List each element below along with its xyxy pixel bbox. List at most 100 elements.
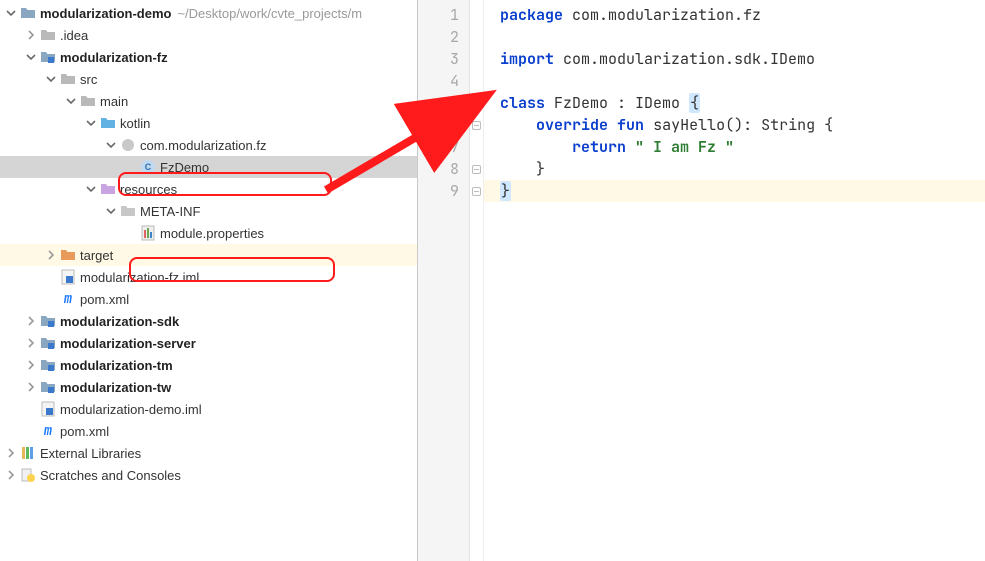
tree-item-module-properties[interactable]: module.properties (0, 222, 417, 244)
gutter-line[interactable]: 4 (418, 70, 459, 92)
tree-label: resources (120, 182, 177, 197)
chevron-down-icon[interactable] (44, 72, 58, 86)
tree-root[interactable]: modularization-demo ~/Desktop/work/cvte_… (0, 2, 417, 24)
chevron-down-icon[interactable] (104, 138, 118, 152)
tree-item-fz-pom[interactable]: m pom.xml (0, 288, 417, 310)
chevron-right-icon[interactable] (24, 380, 38, 394)
tree-label: modularization-tw (60, 380, 171, 395)
tree-item-resources[interactable]: resources (0, 178, 417, 200)
tree-label: module.properties (160, 226, 264, 241)
gutter-line[interactable]: 6 (418, 114, 459, 136)
code-line[interactable]: import com.modularization.sdk.IDemo (500, 48, 985, 70)
code-area[interactable]: package com.modularization.fz import com… (484, 0, 985, 561)
resources-folder-icon (100, 181, 116, 197)
code-line[interactable]: override fun sayHello(): String { (500, 114, 985, 136)
fold-marker-icon[interactable] (472, 99, 481, 108)
tree-item-root-pom[interactable]: m pom.xml (0, 420, 417, 442)
folder-icon (20, 5, 36, 21)
gutter-line[interactable]: 8 (418, 158, 459, 180)
tree-item-root-iml[interactable]: modularization-demo.iml (0, 398, 417, 420)
gutter-line[interactable]: 2 (418, 26, 459, 48)
tree-item-target[interactable]: target (0, 244, 417, 266)
string-literal: " I am Fz " (635, 137, 734, 157)
keyword: import (500, 49, 554, 69)
code-text (608, 115, 617, 135)
code-line[interactable]: class FzDemo : IDemo { (500, 92, 985, 114)
chevron-right-icon[interactable] (24, 314, 38, 328)
code-line[interactable]: } (500, 180, 985, 202)
module-folder-icon (40, 49, 56, 65)
folder-icon (60, 71, 76, 87)
project-tree[interactable]: modularization-demo ~/Desktop/work/cvte_… (0, 0, 418, 561)
tree-item-fz-iml[interactable]: modularization-fz.iml (0, 266, 417, 288)
tree-label: .idea (60, 28, 88, 43)
tree-item-kotlin[interactable]: kotlin (0, 112, 417, 134)
tree-item-scratches[interactable]: Scratches and Consoles (0, 464, 417, 486)
brace-highlight: { (689, 93, 700, 113)
code-text: FzDemo : IDemo (545, 93, 689, 113)
tree-item-module-fz[interactable]: modularization-fz (0, 46, 417, 68)
maven-pom-icon: m (40, 423, 56, 439)
gutter-line[interactable]: 9 (418, 180, 459, 202)
libraries-icon (20, 445, 36, 461)
chevron-right-icon[interactable] (24, 336, 38, 350)
chevron-down-icon[interactable] (84, 182, 98, 196)
module-folder-icon (40, 313, 56, 329)
code-text: com.modularization.sdk.IDemo (554, 49, 815, 69)
gutter-line[interactable]: 7 (418, 136, 459, 158)
code-line[interactable] (500, 26, 985, 48)
tree-item-module-tm[interactable]: modularization-tm (0, 354, 417, 376)
gutter[interactable]: 1 2 3 4 5 6 7 8 9 (418, 0, 470, 561)
svg-text:C: C (145, 162, 152, 172)
gutter-line[interactable]: 5 (418, 92, 459, 114)
gutter-line[interactable]: 1 (418, 4, 459, 26)
chevron-right-icon[interactable] (44, 248, 58, 262)
tree-item-idea[interactable]: .idea (0, 24, 417, 46)
keyword: fun (617, 115, 644, 135)
tree-label: pom.xml (60, 424, 109, 439)
keyword: class (500, 93, 545, 113)
fold-marker-icon[interactable] (472, 121, 481, 130)
fold-column[interactable] (470, 0, 484, 561)
code-text (500, 115, 536, 135)
chevron-right-icon[interactable] (4, 468, 18, 482)
chevron-down-icon[interactable] (84, 116, 98, 130)
tree-label: META-INF (140, 204, 200, 219)
chevron-right-icon[interactable] (24, 358, 38, 372)
tree-item-main[interactable]: main (0, 90, 417, 112)
keyword: return (572, 137, 626, 157)
code-line[interactable]: package com.modularization.fz (500, 4, 985, 26)
tree-item-module-tw[interactable]: modularization-tw (0, 376, 417, 398)
tree-root-label: modularization-demo (40, 6, 171, 21)
tree-label: src (80, 72, 97, 87)
fold-marker-icon[interactable] (472, 165, 481, 174)
code-line[interactable] (500, 70, 985, 92)
excluded-folder-icon (60, 247, 76, 263)
tree-item-fzdemo[interactable]: C FzDemo (0, 156, 417, 178)
chevron-right-icon[interactable] (4, 446, 18, 460)
tree-label: FzDemo (160, 160, 209, 175)
tree-label: com.modularization.fz (140, 138, 266, 153)
chevron-down-icon[interactable] (64, 94, 78, 108)
chevron-down-icon[interactable] (4, 6, 18, 20)
iml-file-icon (60, 269, 76, 285)
src-folder-icon (100, 115, 116, 131)
chevron-down-icon[interactable] (24, 50, 38, 64)
properties-file-icon (140, 225, 156, 241)
tree-item-module-sdk[interactable]: modularization-sdk (0, 310, 417, 332)
tree-item-src[interactable]: src (0, 68, 417, 90)
tree-item-external-libraries[interactable]: External Libraries (0, 442, 417, 464)
code-editor[interactable]: 1 2 3 4 5 6 7 8 9 package com.modulariza… (418, 0, 985, 561)
code-line[interactable]: } (500, 158, 985, 180)
code-line[interactable]: return " I am Fz " (500, 136, 985, 158)
chevron-down-icon[interactable] (104, 204, 118, 218)
tree-label: Scratches and Consoles (40, 468, 181, 483)
code-text: sayHello(): String { (644, 115, 833, 135)
chevron-right-icon[interactable] (24, 28, 38, 42)
fold-marker-icon[interactable] (472, 187, 481, 196)
tree-item-metainf[interactable]: META-INF (0, 200, 417, 222)
module-folder-icon (40, 379, 56, 395)
gutter-line[interactable]: 3 (418, 48, 459, 70)
tree-item-package[interactable]: com.modularization.fz (0, 134, 417, 156)
tree-item-module-server[interactable]: modularization-server (0, 332, 417, 354)
